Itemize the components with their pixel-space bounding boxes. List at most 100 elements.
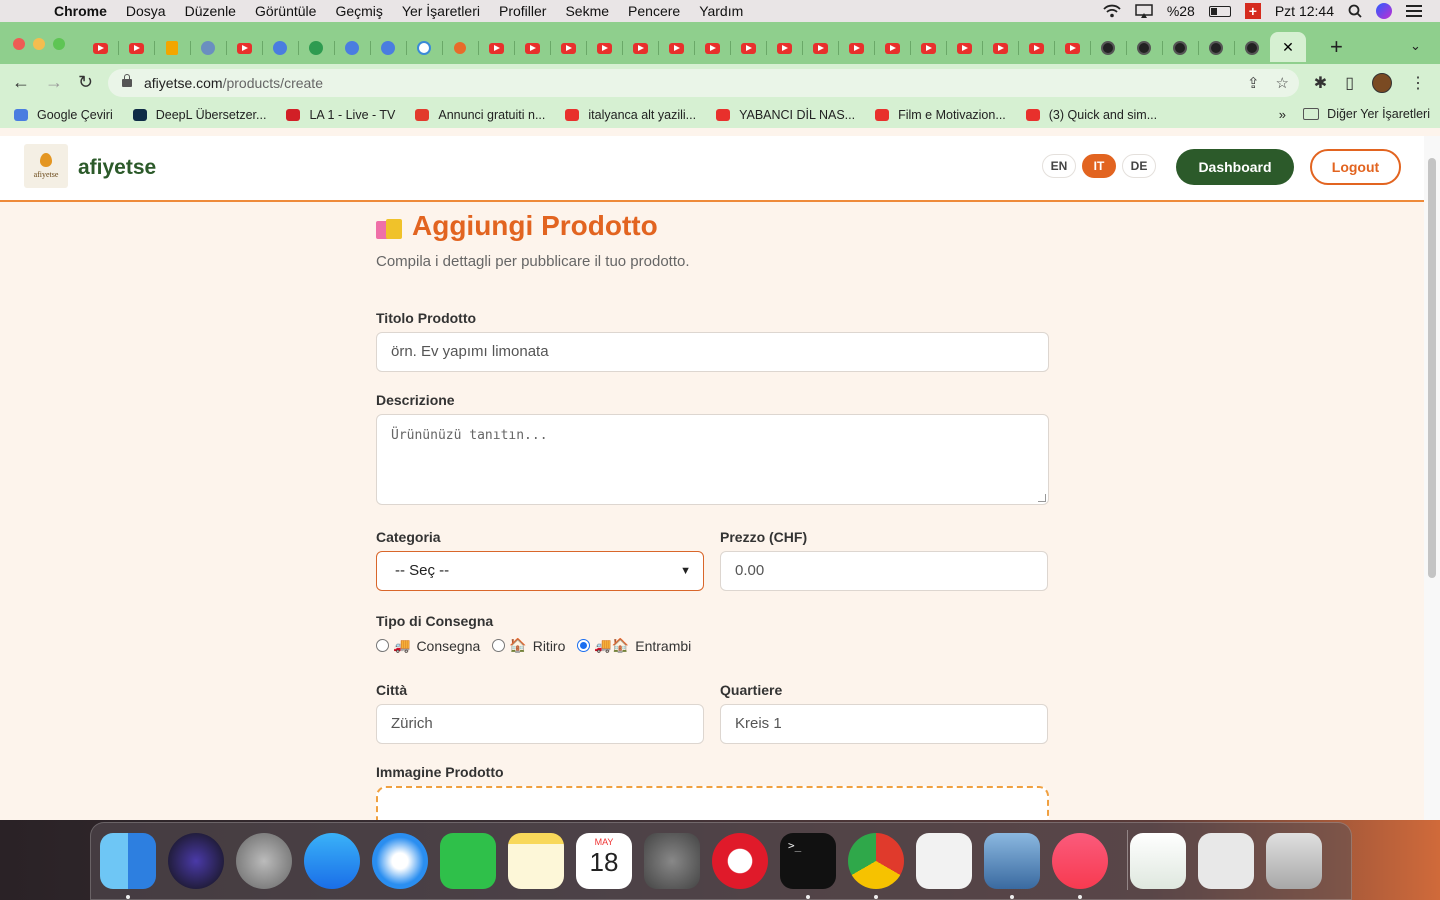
browser-tab[interactable] (910, 34, 946, 62)
brand-name[interactable]: afiyetse (78, 156, 156, 180)
browser-tab[interactable] (406, 34, 442, 62)
address-bar[interactable]: afiyetse.com/products/create ⇪ ☆ (108, 69, 1299, 97)
page-scrollbar[interactable] (1424, 136, 1440, 820)
fullscreen-window-button[interactable] (53, 38, 65, 50)
trash-dock-icon[interactable] (1266, 833, 1322, 889)
browser-tab[interactable] (550, 34, 586, 62)
browser-tab[interactable] (586, 34, 622, 62)
category-select[interactable]: -- Seç -- ▼ (376, 551, 704, 591)
siri-dock-icon[interactable] (168, 833, 224, 889)
site-logo[interactable]: afiyetse (24, 144, 68, 188)
opera-dock-icon[interactable] (712, 833, 768, 889)
browser-tab[interactable] (190, 34, 226, 62)
menu-app-name[interactable]: Chrome (54, 3, 107, 19)
siri-menu-icon[interactable] (1376, 3, 1392, 19)
browser-tab[interactable] (1126, 34, 1162, 62)
browser-tab[interactable] (154, 34, 190, 62)
radio-pickup[interactable] (492, 639, 506, 652)
district-input[interactable]: Kreis 1 (720, 704, 1048, 744)
browser-tab[interactable] (1054, 34, 1090, 62)
city-input[interactable]: Zürich (376, 704, 704, 744)
app-store-dock-icon[interactable] (304, 833, 360, 889)
terminal-dock-icon[interactable]: >_ (780, 833, 836, 889)
menu-edit[interactable]: Düzenle (185, 3, 236, 19)
browser-tab[interactable] (118, 34, 154, 62)
airplay-icon[interactable] (1135, 4, 1153, 18)
extensions-puzzle-icon[interactable]: ✱ (1314, 73, 1327, 93)
close-tab-icon[interactable]: ✕ (1282, 39, 1294, 56)
lock-icon[interactable] (122, 74, 132, 87)
browser-tab[interactable] (82, 34, 118, 62)
calendar-dock-icon[interactable]: MAY 18 (576, 833, 632, 889)
reload-button[interactable]: ↻ (78, 72, 93, 93)
chrome-dock-icon[interactable] (848, 833, 904, 889)
other-bookmarks-button[interactable]: Diğer Yer İşaretleri (1303, 107, 1430, 121)
menu-help[interactable]: Yardım (699, 3, 743, 19)
delivery-option-pickup[interactable]: 🏠 Ritiro (492, 637, 565, 654)
lang-de-button[interactable]: DE (1122, 154, 1156, 178)
browser-tab[interactable] (334, 34, 370, 62)
share-icon[interactable]: ⇪ (1247, 74, 1260, 92)
price-input[interactable]: 0.00 (720, 551, 1048, 591)
browser-tab[interactable] (838, 34, 874, 62)
menu-bookmarks[interactable]: Yer İşaretleri (402, 3, 480, 19)
scrollbar-thumb[interactable] (1428, 158, 1436, 578)
window-2-dock-icon[interactable] (1198, 833, 1254, 889)
active-tab[interactable]: ✕ (1270, 32, 1306, 62)
preview-dock-icon[interactable] (984, 833, 1040, 889)
browser-tab[interactable] (622, 34, 658, 62)
delivery-option-delivery[interactable]: 🚚 Consegna (376, 637, 480, 654)
browser-tab[interactable] (730, 34, 766, 62)
browser-tab[interactable] (298, 34, 334, 62)
browser-tab[interactable] (874, 34, 910, 62)
product-title-input[interactable]: örn. Ev yapımı limonata (376, 332, 1049, 372)
spotlight-search-icon[interactable] (1348, 4, 1362, 18)
browser-tab[interactable] (1018, 34, 1054, 62)
lang-it-button[interactable]: IT (1082, 154, 1116, 178)
menu-tab[interactable]: Sekme (565, 3, 609, 19)
profile-avatar[interactable] (1372, 73, 1392, 93)
browser-tab[interactable] (262, 34, 298, 62)
browser-tab[interactable] (370, 34, 406, 62)
facetime-dock-icon[interactable] (440, 833, 496, 889)
bookmark-item[interactable]: DeepL Übersetzer... (132, 108, 266, 122)
minimize-window-button[interactable] (33, 38, 45, 50)
logout-button[interactable]: Logout (1310, 149, 1401, 185)
browser-tab[interactable] (226, 34, 262, 62)
new-tab-button[interactable]: + (1330, 34, 1343, 60)
menu-view[interactable]: Görüntüle (255, 3, 316, 19)
browser-tab[interactable] (982, 34, 1018, 62)
music-dock-icon[interactable] (1052, 833, 1108, 889)
bookmark-item[interactable]: Annunci gratuiti n... (415, 108, 545, 122)
side-panel-icon[interactable]: ▯ (1345, 73, 1354, 93)
browser-tab[interactable] (514, 34, 550, 62)
description-textarea[interactable]: Ürününüzü tanıtın... (376, 414, 1049, 505)
radio-delivery[interactable] (376, 639, 389, 652)
bookmark-item[interactable]: YABANCI DİL NAS... (716, 108, 855, 122)
system-preferences-dock-icon[interactable] (644, 833, 700, 889)
back-button[interactable]: ← (12, 72, 30, 93)
bookmark-star-icon[interactable]: ☆ (1276, 74, 1289, 92)
tab-search-chevron-icon[interactable]: ⌄ (1410, 38, 1421, 54)
chrome-menu-icon[interactable]: ⋮ (1410, 73, 1426, 93)
browser-tab[interactable] (766, 34, 802, 62)
bookmark-item[interactable]: (3) Quick and sim... (1025, 108, 1157, 122)
window-1-dock-icon[interactable] (1130, 833, 1186, 889)
radio-both[interactable] (577, 639, 591, 652)
browser-tab[interactable] (658, 34, 694, 62)
browser-tab[interactable] (802, 34, 838, 62)
lang-en-button[interactable]: EN (1042, 154, 1076, 178)
url-text[interactable]: afiyetse.com/products/create (144, 75, 323, 91)
bookmark-item[interactable]: LA 1 - Live - TV (286, 108, 395, 122)
menu-window[interactable]: Pencere (628, 3, 680, 19)
bookmark-item[interactable]: italyanca alt yazili... (565, 108, 696, 122)
browser-tab[interactable] (1090, 34, 1126, 62)
finder-dock-icon[interactable] (100, 833, 156, 889)
control-center-icon[interactable] (1406, 5, 1422, 17)
close-window-button[interactable] (13, 38, 25, 50)
forward-button[interactable]: → (45, 72, 63, 93)
launchpad-dock-icon[interactable] (236, 833, 292, 889)
menu-file[interactable]: Dosya (126, 3, 166, 19)
browser-tab[interactable] (1162, 34, 1198, 62)
safari-dock-icon[interactable] (372, 833, 428, 889)
